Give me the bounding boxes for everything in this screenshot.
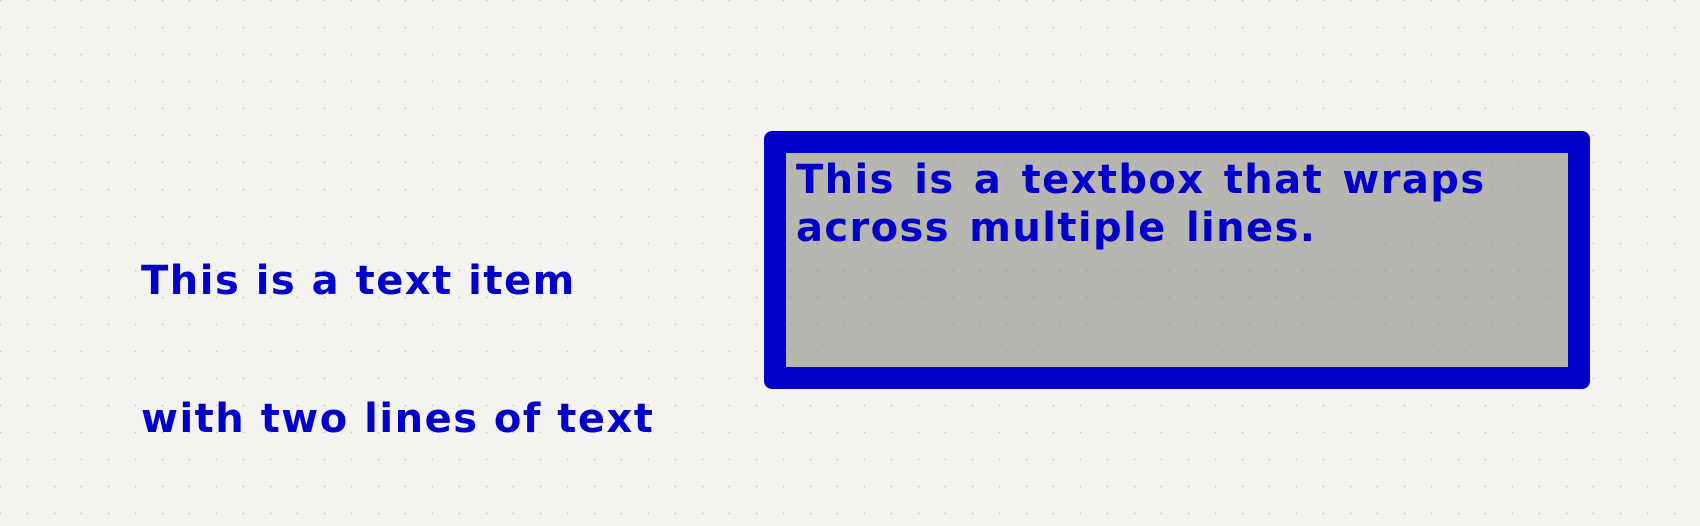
schematic-canvas[interactable]: This is a text item with two lines of te… <box>0 0 1700 526</box>
schematic-text-item[interactable]: This is a text item with two lines of te… <box>141 166 654 526</box>
schematic-textbox[interactable]: This is a textbox that wraps across mult… <box>764 131 1590 389</box>
textbox-content: This is a textbox that wraps across mult… <box>786 153 1568 367</box>
text-item-line-1: This is a text item <box>141 258 576 304</box>
text-item-line-2: with two lines of text <box>141 396 655 442</box>
